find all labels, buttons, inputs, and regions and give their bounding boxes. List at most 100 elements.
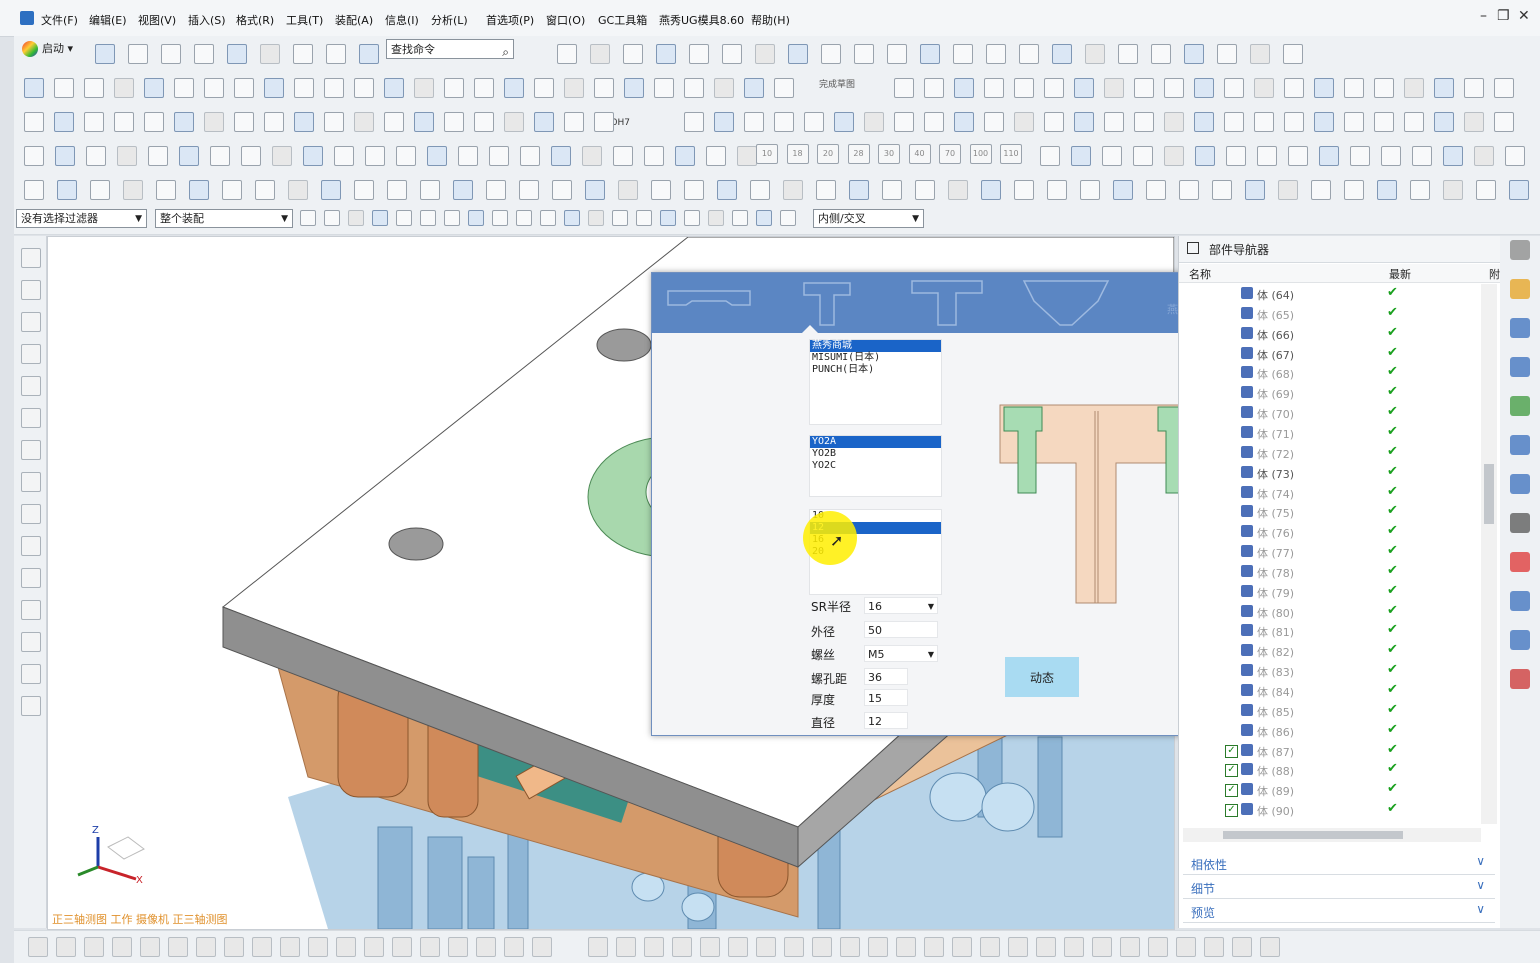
toolbar-tool-icon[interactable]: [654, 78, 674, 98]
navigator-row[interactable]: 体 (85) ✔: [1179, 701, 1479, 721]
toolbar-tool-icon[interactable]: [708, 210, 724, 226]
left-tool-icon[interactable]: [21, 440, 41, 460]
toolbar-tool-icon[interactable]: [324, 210, 340, 226]
type-list-item[interactable]: YO2C: [810, 460, 941, 472]
navigator-row[interactable]: 体 (74) ✔: [1179, 483, 1479, 503]
toolbar-tool-icon[interactable]: [86, 146, 106, 166]
toolbar-tool-icon[interactable]: [1311, 180, 1331, 200]
toolbar-tool-icon[interactable]: [1179, 180, 1199, 200]
toolbar-tool-icon[interactable]: [1257, 146, 1277, 166]
toolbar-tool-icon[interactable]: [444, 112, 464, 132]
toolbar-tool-icon[interactable]: [656, 44, 676, 64]
toolbar-tool-icon[interactable]: [489, 146, 509, 166]
toolbar-tool-icon[interactable]: [504, 78, 524, 98]
navigator-row[interactable]: 体 (67) ✔: [1179, 344, 1479, 364]
toolbar-tool-icon[interactable]: [1443, 146, 1463, 166]
supplier-list-item[interactable]: PUNCH(日本): [810, 364, 941, 376]
navigator-row[interactable]: 体 (65) ✔: [1179, 304, 1479, 324]
start-button[interactable]: 启动 ▾: [22, 40, 73, 57]
menu-info[interactable]: 信息(I): [385, 12, 419, 28]
toolbar-tool-icon[interactable]: [264, 78, 284, 98]
tolerance-10-icon[interactable]: 10: [756, 144, 778, 164]
sketch-tool-icon[interactable]: [56, 937, 76, 957]
sketch-tool-icon[interactable]: [756, 937, 776, 957]
toolbar-tool-icon[interactable]: [1314, 78, 1334, 98]
toolbar-tool-icon[interactable]: [1102, 146, 1122, 166]
toolbar-tool-icon[interactable]: [1254, 78, 1274, 98]
toolbar-tool-icon[interactable]: [444, 210, 460, 226]
toolbar-tool-icon[interactable]: [1474, 146, 1494, 166]
toolbar-tool-icon[interactable]: [1194, 78, 1214, 98]
toolbar-tool-icon[interactable]: [204, 78, 224, 98]
toolbar-tool-icon[interactable]: [717, 180, 737, 200]
toolbar-tool-icon[interactable]: [864, 112, 884, 132]
toolbar-tool-icon[interactable]: [427, 146, 447, 166]
toolbar-tool-icon[interactable]: [774, 112, 794, 132]
toolbar-tool-icon[interactable]: [260, 44, 280, 64]
toolbar-tool-icon[interactable]: [384, 78, 404, 98]
toolbar-tool-icon[interactable]: [1404, 112, 1424, 132]
toolbar-tool-icon[interactable]: [981, 180, 1001, 200]
toolbar-tool-icon[interactable]: [1374, 78, 1394, 98]
toolbar-tool-icon[interactable]: [1014, 180, 1034, 200]
toolbar-tool-icon[interactable]: [1410, 180, 1430, 200]
toolbar-tool-icon[interactable]: [894, 112, 914, 132]
toolbar-tool-icon[interactable]: [520, 146, 540, 166]
toolbar-tool-icon[interactable]: [618, 180, 638, 200]
left-tool-icon[interactable]: [21, 344, 41, 364]
toolbar-tool-icon[interactable]: [1080, 180, 1100, 200]
menu-insert[interactable]: 插入(S): [188, 12, 226, 28]
sketch-tool-icon[interactable]: [700, 937, 720, 957]
toolbar-tool-icon[interactable]: [783, 180, 803, 200]
section-details[interactable]: 细节 ∨: [1183, 876, 1495, 899]
toolbar-tool-icon[interactable]: [486, 180, 506, 200]
toolbar-tool-icon[interactable]: [359, 44, 379, 64]
sketch-tool-icon[interactable]: [448, 937, 468, 957]
toolbar-tool-icon[interactable]: [750, 180, 770, 200]
toolbar-tool-icon[interactable]: [915, 180, 935, 200]
toolbar-tool-icon[interactable]: [744, 78, 764, 98]
toolbar-tool-icon[interactable]: [396, 210, 412, 226]
toolbar-tool-icon[interactable]: [54, 112, 74, 132]
toolbar-tool-icon[interactable]: [156, 180, 176, 200]
toolbar-tool-icon[interactable]: [1074, 78, 1094, 98]
left-tool-icon[interactable]: [21, 664, 41, 684]
toolbar-tool-icon[interactable]: [1217, 44, 1237, 64]
resource-tab-icon[interactable]: [1510, 279, 1530, 299]
section-dependencies[interactable]: 相依性 ∨: [1183, 852, 1495, 875]
toolbar-tool-icon[interactable]: [1254, 112, 1274, 132]
sketch-tool-icon[interactable]: [336, 937, 356, 957]
sketch-tool-icon[interactable]: [308, 937, 328, 957]
toolbar-tool-icon[interactable]: [1014, 78, 1034, 98]
navigator-row[interactable]: 体 (68) ✔: [1179, 363, 1479, 383]
toolbar-tool-icon[interactable]: [1464, 112, 1484, 132]
toolbar-tool-icon[interactable]: [1509, 180, 1529, 200]
type-list-item[interactable]: YO2A: [810, 436, 941, 448]
tolerance-100-icon[interactable]: 100: [969, 144, 992, 164]
toolbar-tool-icon[interactable]: [1412, 146, 1432, 166]
menu-edit[interactable]: 编辑(E): [89, 12, 127, 28]
toolbar-tool-icon[interactable]: [1151, 44, 1171, 64]
toolbar-tool-icon[interactable]: [924, 112, 944, 132]
toolbar-tool-icon[interactable]: [1146, 180, 1166, 200]
toolbar-tool-icon[interactable]: [1118, 44, 1138, 64]
intersect-mode-dropdown[interactable]: 内侧/交叉 ▼: [813, 209, 924, 228]
toolbar-tool-icon[interactable]: [564, 112, 584, 132]
toolbar-tool-icon[interactable]: [1044, 78, 1064, 98]
toolbar-tool-icon[interactable]: [516, 210, 532, 226]
toolbar-tool-icon[interactable]: [1104, 78, 1124, 98]
left-tool-icon[interactable]: [21, 600, 41, 620]
sketch-tool-icon[interactable]: [1036, 937, 1056, 957]
toolbar-tool-icon[interactable]: [590, 44, 610, 64]
toolbar-tool-icon[interactable]: [1288, 146, 1308, 166]
toolbar-tool-icon[interactable]: [128, 44, 148, 64]
menu-assembly[interactable]: 装配(A): [335, 12, 373, 28]
left-tool-icon[interactable]: [21, 568, 41, 588]
left-tool-icon[interactable]: [21, 472, 41, 492]
toolbar-tool-icon[interactable]: [651, 180, 671, 200]
toolbar-tool-icon[interactable]: [624, 78, 644, 98]
navigator-row[interactable]: 体 (69) ✔: [1179, 383, 1479, 403]
navigator-row[interactable]: 体 (71) ✔: [1179, 423, 1479, 443]
toolbar-tool-icon[interactable]: [834, 112, 854, 132]
navigator-row[interactable]: 体 (76) ✔: [1179, 522, 1479, 542]
